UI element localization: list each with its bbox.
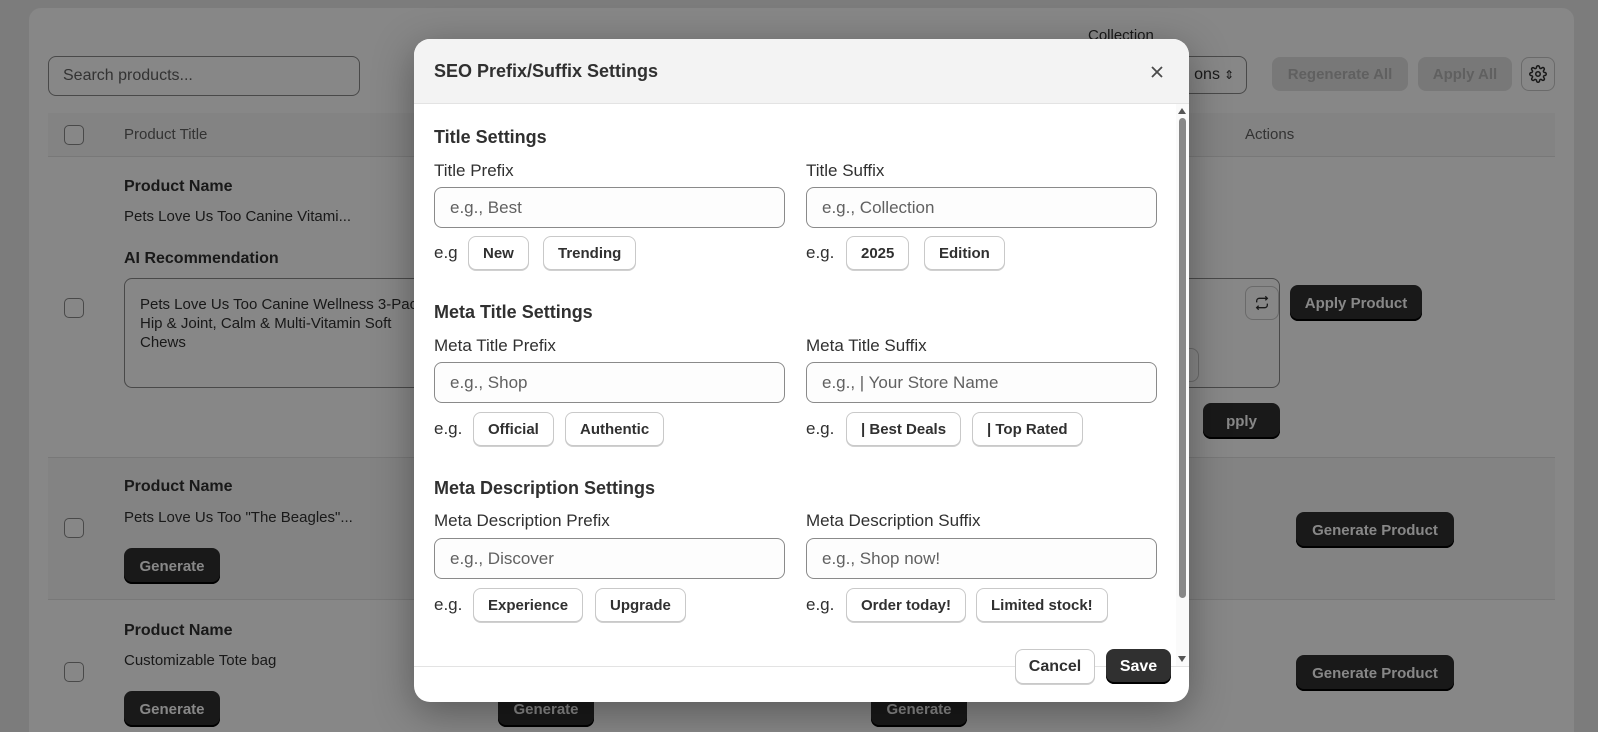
chip-new[interactable]: New [468, 236, 529, 270]
chip-order-today[interactable]: Order today! [846, 588, 967, 622]
scroll-down-arrow-icon[interactable] [1178, 656, 1186, 662]
chip-best-deals[interactable]: | Best Deals [846, 412, 962, 446]
meta-description-suffix-input[interactable]: e.g., Shop now! [806, 538, 1157, 579]
scroll-thumb[interactable] [1179, 118, 1186, 598]
meta-title-settings-heading: Meta Title Settings [434, 302, 593, 322]
title-prefix-label: Title Prefix [434, 161, 514, 180]
chip-experience[interactable]: Experience [473, 588, 584, 622]
meta-description-settings-heading: Meta Description Settings [434, 478, 656, 498]
save-button[interactable]: Save [1106, 649, 1171, 684]
title-suffix-label: Title Suffix [806, 161, 885, 180]
close-icon [1151, 66, 1163, 78]
close-button[interactable] [1144, 59, 1170, 85]
chip-trending[interactable]: Trending [543, 236, 637, 270]
title-settings-heading: Title Settings [434, 127, 547, 147]
meta-title-prefix-label: Meta Title Prefix [434, 336, 556, 355]
title-suffix-input[interactable]: e.g., Collection [806, 187, 1157, 228]
meta-title-prefix-eg: e.g. [434, 419, 463, 438]
meta-title-suffix-eg: e.g. [806, 419, 835, 438]
chip-limited-stock[interactable]: Limited stock! [976, 588, 1108, 622]
chip-top-rated[interactable]: | Top Rated [972, 412, 1083, 446]
meta-title-suffix-input[interactable]: e.g., | Your Store Name [806, 362, 1157, 403]
meta-description-prefix-input[interactable]: e.g., Discover [434, 538, 785, 579]
meta-description-prefix-label: Meta Description Prefix [434, 511, 610, 530]
chip-2025[interactable]: 2025 [846, 236, 910, 270]
title-suffix-eg: e.g. [806, 243, 835, 262]
chip-edition[interactable]: Edition [924, 236, 1005, 270]
cancel-button[interactable]: Cancel [1015, 649, 1095, 684]
modal-title: SEO Prefix/Suffix Settings [434, 61, 659, 81]
title-prefix-eg: e.g [434, 243, 458, 262]
seo-settings-modal: SEO Prefix/Suffix Settings Title Setting… [414, 39, 1189, 702]
chip-authentic[interactable]: Authentic [565, 412, 665, 446]
chip-upgrade[interactable]: Upgrade [595, 588, 686, 622]
modal-scrollbar[interactable] [1176, 104, 1189, 666]
chip-official[interactable]: Official [473, 412, 554, 446]
meta-description-suffix-eg: e.g. [806, 595, 835, 614]
modal-body: Title Settings Title Prefix e.g., Best e… [414, 104, 1176, 666]
scroll-up-arrow-icon[interactable] [1178, 108, 1186, 114]
meta-title-suffix-label: Meta Title Suffix [806, 336, 927, 355]
meta-description-prefix-eg: e.g. [434, 595, 463, 614]
title-prefix-input[interactable]: e.g., Best [434, 187, 785, 228]
meta-title-prefix-input[interactable]: e.g., Shop [434, 362, 785, 403]
meta-description-suffix-label: Meta Description Suffix [806, 511, 981, 530]
modal-header: SEO Prefix/Suffix Settings [414, 39, 1189, 104]
